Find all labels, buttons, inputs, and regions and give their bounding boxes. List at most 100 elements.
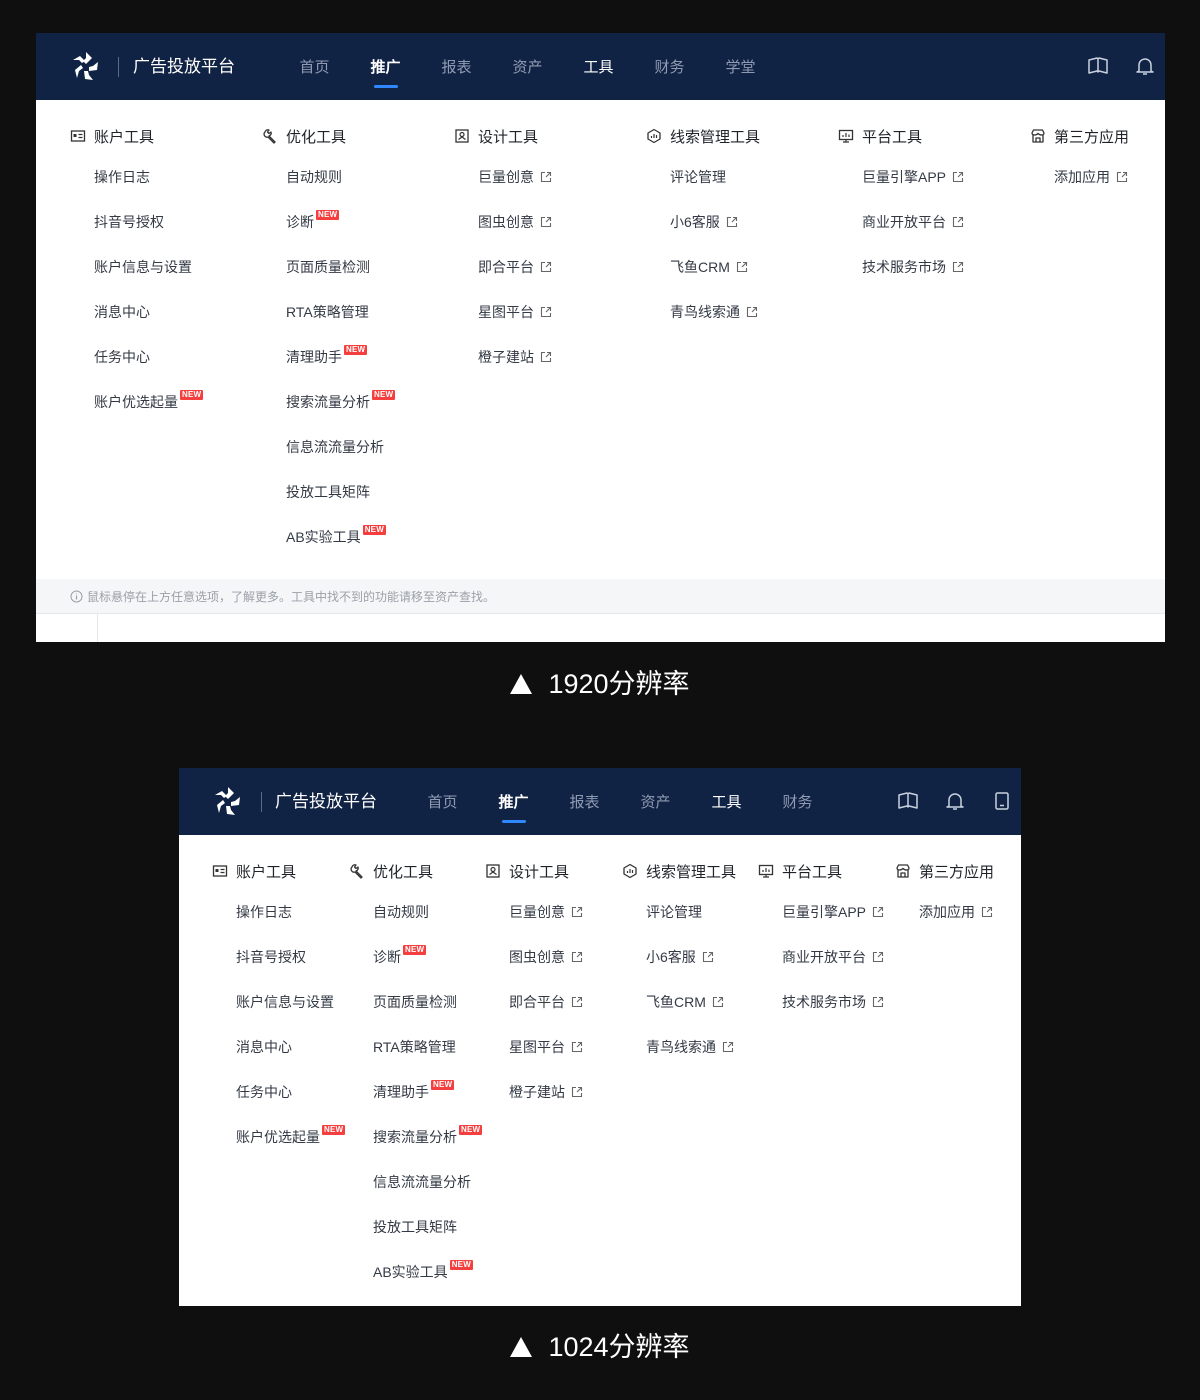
menu-item-search-traffic[interactable]: 搜索流量分析 NEW	[286, 390, 396, 412]
nav-reports[interactable]: 报表	[549, 768, 620, 835]
menu-item-jihe-platform[interactable]: 即合平台	[478, 257, 552, 277]
menu-item-xingtu-platform[interactable]: 星图平台	[509, 1037, 583, 1057]
menu-item-cleanup-assistant[interactable]: 清理助手 NEW	[373, 1080, 455, 1102]
menu-item-add-app[interactable]: 添加应用	[1054, 167, 1128, 187]
menu-item-add-app[interactable]: 添加应用	[919, 902, 993, 922]
new-badge: NEW	[459, 1125, 483, 1135]
bell-icon[interactable]	[944, 790, 966, 812]
menu-item-xiao6-service[interactable]: 小6客服	[646, 947, 714, 967]
external-link-icon	[872, 951, 884, 963]
menu-item-tech-market[interactable]: 技术服务市场	[782, 992, 884, 1012]
menu-item-qingniao-leads[interactable]: 青鸟线索通	[670, 302, 758, 322]
menu-item-feiyu-crm[interactable]: 飞鱼CRM	[646, 992, 724, 1012]
chart-hex-icon	[623, 863, 637, 879]
nav-tools[interactable]: 工具	[691, 768, 762, 835]
menu-item-juliang-app[interactable]: 巨量引擎APP	[782, 902, 884, 922]
menu-item-tool-matrix[interactable]: 投放工具矩阵	[286, 482, 370, 502]
menu-item-tech-market[interactable]: 技术服务市场	[862, 257, 964, 277]
menu-item-search-traffic[interactable]: 搜索流量分析 NEW	[373, 1125, 483, 1147]
menu-item-jihe-platform[interactable]: 即合平台	[509, 992, 583, 1012]
new-badge: NEW	[362, 525, 386, 535]
menu-item-feed-traffic[interactable]: 信息流流量分析	[286, 437, 384, 457]
item-label: 清理助手	[373, 1084, 429, 1100]
menu-item-account-settings[interactable]: 账户信息与设置	[236, 992, 334, 1012]
brand-logo-icon[interactable]	[69, 50, 103, 84]
menu-item-comment-management[interactable]: 评论管理	[670, 167, 726, 187]
nav-tools[interactable]: 工具	[563, 33, 634, 100]
nav-promotion[interactable]: 推广	[478, 768, 549, 835]
menu-item-feiyu-crm[interactable]: 飞鱼CRM	[670, 257, 748, 277]
menu-item-tuchong-creative[interactable]: 图虫创意	[509, 947, 583, 967]
book-icon[interactable]	[1087, 55, 1109, 77]
menu-item-xingtu-platform[interactable]: 星图平台	[478, 302, 552, 322]
new-badge: NEW	[403, 945, 427, 955]
column-header: 第三方应用	[895, 861, 994, 881]
menu-item-cleanup-assistant[interactable]: 清理助手 NEW	[286, 345, 368, 367]
menu-item-tool-matrix[interactable]: 投放工具矩阵	[373, 1217, 457, 1237]
nav-finance[interactable]: 财务	[634, 33, 705, 100]
menu-item-account-boost[interactable]: 账户优选起量 NEW	[236, 1125, 346, 1147]
menu-item-message-center[interactable]: 消息中心	[236, 1037, 292, 1057]
item-label: 图虫创意	[478, 214, 534, 230]
menu-item-operation-log[interactable]: 操作日志	[236, 902, 292, 922]
external-link-icon	[952, 171, 964, 183]
menu-item-comment-management[interactable]: 评论管理	[646, 902, 702, 922]
menu-item-message-center[interactable]: 消息中心	[94, 302, 150, 322]
main-nav: 首页 推广 报表 资产 工具 财务	[407, 768, 833, 835]
external-link-icon	[746, 306, 758, 318]
menu-item-xiao6-service[interactable]: 小6客服	[670, 212, 738, 232]
menu-item-task-center[interactable]: 任务中心	[94, 347, 150, 367]
menu-item-diagnosis[interactable]: 诊断 NEW	[286, 210, 340, 232]
menu-item-juliang-creative[interactable]: 巨量创意	[478, 167, 552, 187]
caption-1920: 1920分辨率	[0, 668, 1200, 700]
info-icon	[70, 590, 83, 603]
menu-item-page-quality[interactable]: 页面质量检测	[373, 992, 457, 1012]
menu-item-auto-rules[interactable]: 自动规则	[373, 902, 429, 922]
nav-finance[interactable]: 财务	[762, 768, 833, 835]
tablet-icon[interactable]	[991, 790, 1013, 812]
nav-home[interactable]: 首页	[407, 768, 478, 835]
external-link-icon	[952, 216, 964, 228]
brand-name[interactable]: 广告投放平台	[275, 792, 377, 812]
menu-item-task-center[interactable]: 任务中心	[236, 1082, 292, 1102]
menu-item-feed-traffic[interactable]: 信息流流量分析	[373, 1172, 471, 1192]
menu-item-douyin-auth[interactable]: 抖音号授权	[94, 212, 164, 232]
menu-item-juliang-app[interactable]: 巨量引擎APP	[862, 167, 964, 187]
nav-reports[interactable]: 报表	[421, 33, 492, 100]
menu-item-ab-test[interactable]: AB实验工具 NEW	[286, 525, 386, 547]
menu-item-tuchong-creative[interactable]: 图虫创意	[478, 212, 552, 232]
nav-promotion[interactable]: 推广	[350, 33, 421, 100]
menu-item-operation-log[interactable]: 操作日志	[94, 167, 150, 187]
menu-item-douyin-auth[interactable]: 抖音号授权	[236, 947, 306, 967]
menu-item-diagnosis[interactable]: 诊断 NEW	[373, 945, 427, 967]
external-link-icon	[952, 261, 964, 273]
menu-item-chengzi-site[interactable]: 橙子建站	[478, 347, 552, 367]
menu-item-qingniao-leads[interactable]: 青鸟线索通	[646, 1037, 734, 1057]
new-badge: NEW	[372, 390, 396, 400]
new-badge: NEW	[322, 1125, 346, 1135]
menu-item-juliang-creative[interactable]: 巨量创意	[509, 902, 583, 922]
nav-academy[interactable]: 学堂	[705, 33, 776, 100]
menu-item-open-platform[interactable]: 商业开放平台	[862, 212, 964, 232]
nav-home[interactable]: 首页	[279, 33, 350, 100]
brand-logo-icon[interactable]	[211, 785, 245, 819]
menu-item-chengzi-site[interactable]: 橙子建站	[509, 1082, 583, 1102]
menu-item-ab-test[interactable]: AB实验工具 NEW	[373, 1260, 473, 1282]
menu-item-auto-rules[interactable]: 自动规则	[286, 167, 342, 187]
hint-label: 鼠标悬停在上方任意选项，了解更多。工具中找不到的功能请移至资产查找。	[87, 590, 496, 604]
menu-item-open-platform[interactable]: 商业开放平台	[782, 947, 884, 967]
external-link-icon	[872, 906, 884, 918]
book-icon[interactable]	[897, 790, 919, 812]
column-header: 线索管理工具	[646, 126, 760, 146]
menu-item-account-boost[interactable]: 账户优选起量 NEW	[94, 390, 204, 412]
nav-assets[interactable]: 资产	[492, 33, 563, 100]
menu-item-account-settings[interactable]: 账户信息与设置	[94, 257, 192, 277]
menu-item-rta-strategy[interactable]: RTA策略管理	[286, 302, 369, 322]
brand-name[interactable]: 广告投放平台	[133, 57, 235, 77]
nav-assets[interactable]: 资产	[620, 768, 691, 835]
menu-item-page-quality[interactable]: 页面质量检测	[286, 257, 370, 277]
external-link-icon	[540, 261, 552, 273]
item-label: 添加应用	[1054, 169, 1110, 185]
menu-item-rta-strategy[interactable]: RTA策略管理	[373, 1037, 456, 1057]
bell-icon[interactable]	[1134, 55, 1156, 77]
